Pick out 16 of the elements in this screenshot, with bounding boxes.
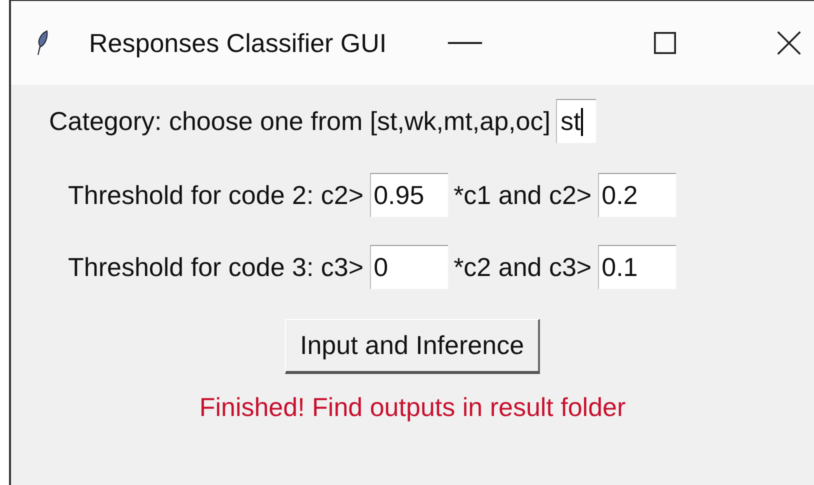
threshold-label: Threshold for code 2: c2>	[68, 180, 364, 210]
window-title: Responses Classifier GUI	[89, 28, 387, 58]
threshold-label: Threshold for code 3: c3>	[68, 252, 364, 282]
category-label: Category: choose one from [st,wk,mt,ap,oc]	[49, 106, 550, 136]
category-field[interactable]: st	[556, 99, 596, 143]
ratio-field[interactable]: 0.1	[598, 245, 676, 289]
threshold-field[interactable]: 0	[370, 245, 448, 289]
maximize-icon[interactable]	[654, 32, 676, 54]
ratio-label: *c2 and c3>	[454, 252, 592, 282]
feather-icon	[35, 30, 49, 56]
ratio-label: *c1 and c2>	[454, 180, 592, 210]
close-icon[interactable]	[776, 30, 802, 56]
status-message: Finished! Find outputs in result folder	[199, 392, 626, 423]
ratio-field[interactable]: 0.2	[598, 173, 676, 217]
input-inference-button[interactable]: Input and Inference	[284, 319, 540, 374]
threshold-field[interactable]: 0.95	[370, 173, 448, 217]
